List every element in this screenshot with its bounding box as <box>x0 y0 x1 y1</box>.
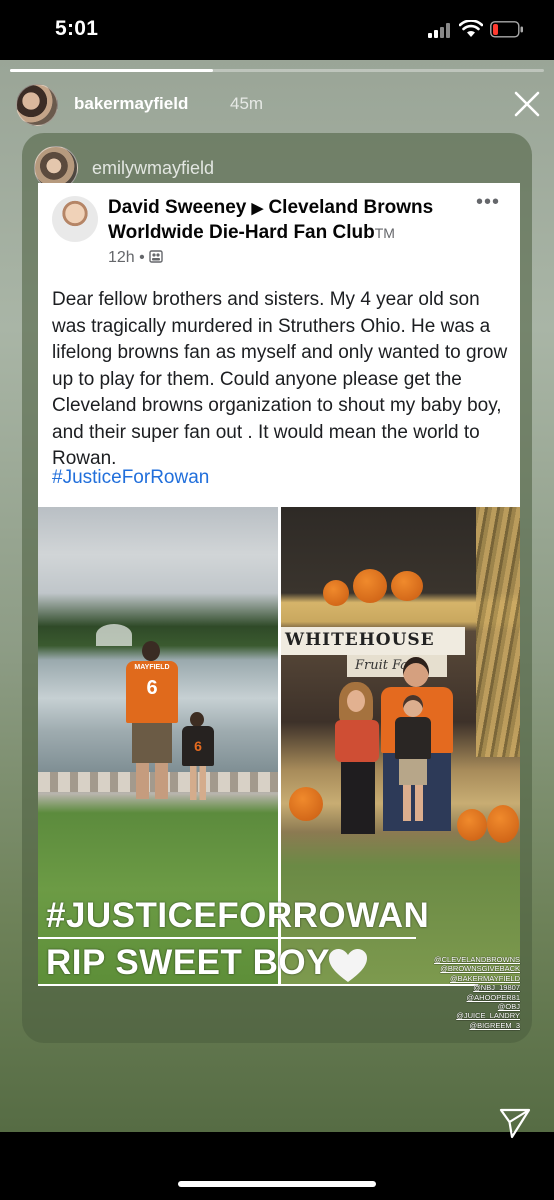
post-body: Dear fellow brothers and sisters. My 4 y… <box>52 289 508 469</box>
farm-sign: WHITEHOUSE <box>281 627 465 655</box>
signal-strength-icon <box>428 22 452 38</box>
pumpkin <box>487 805 519 843</box>
child-in-jersey <box>393 695 433 825</box>
mention-item[interactable]: @NBJ_19807 <box>420 983 520 992</box>
home-indicator[interactable] <box>178 1181 376 1187</box>
wifi-icon <box>459 20 483 37</box>
story-header: bakermayfield 45m <box>16 84 544 128</box>
post-group-tm: TM <box>374 225 395 241</box>
mention-list: @CLEVELANDBROWNS @BROWNSGIVEBACK @BAKERM… <box>420 955 520 1030</box>
mention-item[interactable]: @BIGREEM_3 <box>420 1021 520 1030</box>
woman <box>333 682 381 842</box>
post-dot: • <box>139 249 145 266</box>
post-author-avatar <box>52 196 98 242</box>
mention-item[interactable]: @OBJ <box>420 1002 520 1011</box>
story-overlay-title: #JUSTICEFORROWAN <box>46 896 430 935</box>
story-timestamp: 45m <box>230 94 264 113</box>
status-bar: 5:01 <box>0 0 554 60</box>
man-in-jersey: MAYFIELD 6 <box>122 641 178 801</box>
child-jersey-number: 6 <box>194 738 202 754</box>
title-underline <box>38 937 416 939</box>
subtitle-underline <box>38 984 478 986</box>
pumpkin <box>391 571 423 601</box>
facebook-post: David Sweeney ▶ Cleveland Browns Worldwi… <box>38 183 520 507</box>
child-in-jersey: 6 <box>182 712 214 802</box>
avatar[interactable] <box>16 84 58 126</box>
jersey-name: MAYFIELD <box>134 664 170 671</box>
post-more-icon: ••• <box>476 191 501 213</box>
story-username[interactable]: bakermayfield <box>74 94 188 114</box>
pumpkin <box>353 569 387 603</box>
corn-stalks <box>476 507 520 757</box>
post-arrow: ▶ <box>251 200 264 217</box>
mention-item[interactable]: @BROWNSGIVEBACK <box>420 964 520 973</box>
mention-item[interactable]: @BAKERMAYFIELD <box>420 974 520 983</box>
story-progress-bar <box>10 69 544 72</box>
pumpkin <box>323 580 349 606</box>
jersey-number: 6 <box>146 677 158 699</box>
post-meta: 12h • <box>108 249 163 267</box>
post-hashtag: #JusticeForRowan <box>52 467 210 488</box>
story-overlay-subtitle: RIP SWEET BOY <box>46 943 330 982</box>
mention-item[interactable]: @JUICE_LANDRY <box>420 1011 520 1020</box>
group-privacy-icon <box>149 250 163 263</box>
post-time: 12h <box>108 249 135 266</box>
pumpkin <box>289 787 323 821</box>
white-heart-icon <box>329 949 367 982</box>
close-icon[interactable] <box>511 88 543 120</box>
post-author: David Sweeney <box>108 197 247 218</box>
story-progress-fill <box>10 69 213 72</box>
pumpkin <box>457 809 487 841</box>
battery-low-icon <box>490 21 523 38</box>
send-icon[interactable] <box>498 1106 532 1140</box>
mention-item[interactable]: @CLEVELANDBROWNS <box>420 955 520 964</box>
status-time: 5:01 <box>55 17 99 40</box>
reshared-username[interactable]: emilywmayfield <box>92 158 214 179</box>
post-header: David Sweeney ▶ Cleveland Browns Worldwi… <box>108 196 458 245</box>
mention-item[interactable]: @AHOOPER81 <box>420 993 520 1002</box>
